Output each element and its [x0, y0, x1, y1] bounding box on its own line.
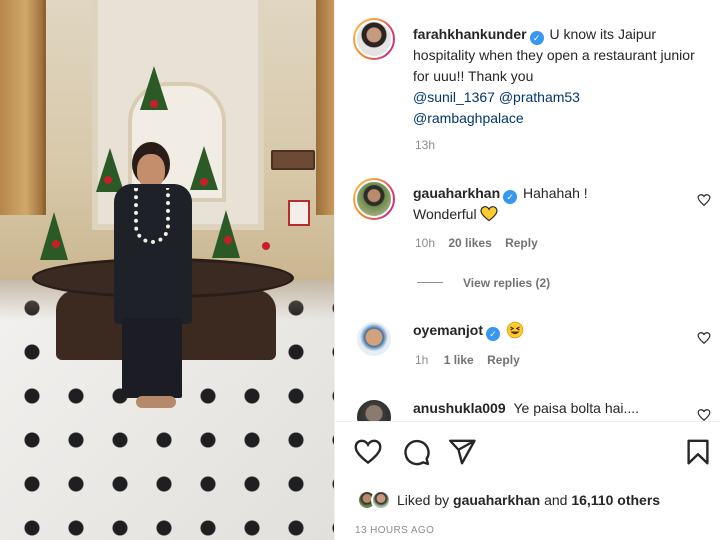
actions-divider	[335, 421, 720, 422]
comment-body: gauaharkhan ✓ Hahahah ! Wonderful	[413, 183, 683, 225]
liked-by-count[interactable]: 16,110 others	[571, 492, 660, 508]
media-carved-panel-right	[316, 0, 334, 215]
media-bauble	[224, 236, 232, 244]
comment-text: Wonderful	[413, 206, 477, 222]
comment-username[interactable]: gauaharkhan	[413, 185, 500, 201]
comment-text: Hahahah !	[523, 185, 588, 201]
comment-avatar[interactable]	[353, 178, 395, 220]
liked-by-user[interactable]: gauaharkhan	[453, 492, 540, 508]
media-person-face	[137, 154, 165, 188]
liked-by-and: and	[544, 492, 568, 508]
comment-username[interactable]: oyemanjot	[413, 322, 483, 338]
media-person-garland	[134, 188, 170, 244]
like-comment-heart-icon[interactable]	[697, 331, 711, 345]
author-avatar[interactable]	[353, 18, 395, 60]
media-bauble	[150, 100, 158, 108]
comment-meta: 1h 1 like Reply	[415, 353, 520, 367]
media-picture-frame	[288, 200, 310, 226]
post-timestamp[interactable]: 13 HOURS AGO	[355, 525, 434, 536]
reply-button[interactable]: Reply	[487, 353, 520, 367]
comment-username[interactable]: anushukla009	[413, 400, 506, 416]
comment-age: 1h	[415, 353, 429, 367]
comment-bubble-icon[interactable]	[401, 437, 431, 467]
caption-age: 13h	[415, 138, 436, 152]
comment-body: anushukla009 Ye paisa bolta hai....	[413, 398, 703, 419]
media-christmas-tree	[212, 210, 240, 258]
post-caption: farahkhankunder ✓ U know its Jaipur hospi…	[413, 24, 709, 129]
liker-avatar	[371, 490, 391, 510]
media-person	[108, 142, 196, 412]
caption-mention[interactable]: @rambaghpalace	[413, 110, 524, 126]
grinning-squint-emoji	[506, 321, 524, 339]
liked-by-prefix: Liked by	[397, 492, 450, 508]
save-bookmark-icon[interactable]	[683, 437, 713, 467]
comment-body: oyemanjot ✓	[413, 320, 683, 341]
comment-text: Ye paisa bolta hai....	[513, 400, 640, 416]
like-heart-icon[interactable]	[353, 437, 383, 467]
comment-age: 10h	[415, 236, 436, 250]
media-bauble	[262, 242, 270, 250]
liked-by-row[interactable]: Liked by gauaharkhan and 16,110 others	[357, 488, 660, 512]
media-wall-sign	[271, 150, 315, 170]
media-person-legs	[122, 318, 182, 398]
liked-by-text: Liked by gauaharkhan and 16,110 others	[397, 492, 660, 508]
comments-panel: farahkhankunder ✓ U know its Jaipur hospi…	[334, 0, 720, 540]
yellow-heart-emoji	[480, 206, 499, 222]
media-bauble	[200, 178, 208, 186]
media-christmas-tree	[40, 212, 68, 260]
media-carved-panel-left	[0, 0, 46, 215]
comment-likes[interactable]: 1 like	[444, 353, 474, 367]
verified-badge-icon: ✓	[486, 327, 501, 341]
media-person-feet	[136, 396, 176, 408]
view-replies-button[interactable]: View replies (2)	[417, 276, 550, 290]
reply-button[interactable]: Reply	[505, 236, 538, 250]
post-media-image[interactable]	[0, 0, 334, 540]
caption-username[interactable]: farahkhankunder	[413, 26, 527, 42]
share-send-icon[interactable]	[447, 437, 477, 467]
media-bauble	[52, 240, 60, 248]
verified-badge-icon: ✓	[503, 190, 518, 204]
like-comment-heart-icon[interactable]	[697, 193, 711, 207]
view-replies-line	[417, 282, 443, 283]
caption-mention[interactable]: @sunil_1367	[413, 89, 495, 105]
comment-avatar[interactable]	[355, 320, 393, 358]
like-comment-heart-icon[interactable]	[697, 408, 711, 421]
view-replies-label: View replies (2)	[463, 276, 551, 290]
comment-likes[interactable]: 20 likes	[448, 236, 491, 250]
verified-badge-icon: ✓	[529, 31, 544, 45]
caption-mention[interactable]: @pratham53	[499, 89, 580, 105]
comment-meta: 10h 20 likes Reply	[415, 236, 538, 250]
comment-partial: anushukla009 Ye paisa bolta hai....	[335, 398, 720, 421]
comment-avatar[interactable]	[355, 398, 393, 421]
